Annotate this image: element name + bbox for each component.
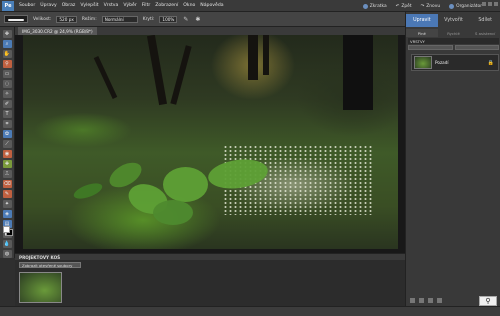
crop-tool-icon[interactable]: ⌗ xyxy=(2,120,12,128)
window-controls xyxy=(482,2,498,6)
layer-thumbnail xyxy=(414,56,432,69)
menu-filter[interactable]: Filtr xyxy=(142,3,151,8)
status-bar xyxy=(0,306,500,316)
tablet-options-icon[interactable]: ✱ xyxy=(194,16,201,23)
menu-help[interactable]: Nápověda xyxy=(200,3,223,8)
adjustment-layer-icon[interactable] xyxy=(419,298,424,303)
straighten-tool-icon[interactable]: ⟋ xyxy=(2,140,12,148)
subtab-guided[interactable]: S asistencí xyxy=(469,29,500,37)
subtab-quick[interactable]: Rychlé xyxy=(438,29,470,37)
tab-create[interactable]: Vytvořit xyxy=(438,14,470,27)
brush-tool-icon[interactable]: ✎ xyxy=(2,190,12,198)
edit-subtabs: Plné Rychlé S asistencí xyxy=(406,29,500,37)
right-menu: Zkratka ↶ Zpět ↷ Znovu Organizátor xyxy=(362,1,482,11)
new-layer-icon[interactable] xyxy=(410,298,415,303)
eraser-tool-icon[interactable]: ⌫ xyxy=(2,180,12,188)
delete-layer-icon[interactable] xyxy=(437,298,442,303)
tab-edit[interactable]: Upravit xyxy=(406,14,438,27)
bin-thumbnail[interactable] xyxy=(19,272,62,303)
mask-icon[interactable] xyxy=(428,298,433,303)
magnifier-icon[interactable]: ⚲ xyxy=(479,296,497,306)
menu-layer[interactable]: Vrstva xyxy=(104,3,119,8)
menu-window[interactable]: Okno xyxy=(183,3,195,8)
brush-preset-picker[interactable] xyxy=(4,15,28,23)
undo-icon: ↶ xyxy=(395,3,400,9)
lasso-tool-icon[interactable]: ◌ xyxy=(2,80,12,88)
cookie-cutter-tool-icon[interactable]: ✿ xyxy=(2,130,12,138)
tab-share[interactable]: Sdílet xyxy=(469,14,500,27)
app-logo: Pe xyxy=(2,0,14,11)
sponge-tool-icon[interactable]: ◍ xyxy=(2,250,12,258)
subtab-full[interactable]: Plné xyxy=(406,29,438,37)
quick-select-tool-icon[interactable]: ✐ xyxy=(2,100,12,108)
maximize-button[interactable] xyxy=(488,2,492,6)
redo-icon: ↷ xyxy=(420,3,425,9)
type-tool-icon[interactable]: T xyxy=(2,110,12,118)
redo-button[interactable]: ↷ Znovu xyxy=(421,4,441,9)
organizer-button[interactable]: Organizátor xyxy=(449,3,482,9)
bin-view-dropdown[interactable]: Zobrazit otevřené soubory xyxy=(19,262,81,268)
right-panel: Upravit Vytvořit Sdílet Plné Rychlé S as… xyxy=(405,12,500,306)
opacity-input[interactable]: 100% xyxy=(159,15,178,23)
airbrush-icon[interactable]: ✎ xyxy=(182,16,189,23)
document-tab[interactable]: IMG_3030.CR2 @ 24,9% (RGB/8*) xyxy=(18,27,97,35)
size-label: Velikost: xyxy=(33,16,52,22)
foreground-color-swatch[interactable] xyxy=(3,226,10,233)
project-bin-title: PROJEKTOVÝ KOŠ xyxy=(19,254,61,260)
clone-stamp-tool-icon[interactable]: ⎍ xyxy=(2,170,12,178)
menu-edit[interactable]: Úpravy xyxy=(40,3,56,8)
layer-opacity-input[interactable] xyxy=(454,45,499,50)
project-bin: Zobrazit otevřené soubory xyxy=(15,260,405,306)
layer-row[interactable]: Pozadí 🔒 xyxy=(411,54,499,71)
minimize-button[interactable] xyxy=(482,2,486,6)
zoom-tool-icon[interactable]: ⌕ xyxy=(2,40,12,48)
menu-select[interactable]: Výběr xyxy=(123,3,136,8)
organizer-icon xyxy=(449,3,455,9)
menu-enhance[interactable]: Vylepšit xyxy=(80,3,98,8)
hand-tool-icon[interactable]: ✋ xyxy=(2,50,12,58)
lock-icon[interactable]: 🔒 xyxy=(488,60,494,66)
blur-tool-icon[interactable]: 💧 xyxy=(2,240,12,248)
shortcut-icon xyxy=(362,3,368,9)
shortcut-button[interactable]: Zkratka xyxy=(362,3,387,9)
menu-file[interactable]: Soubor xyxy=(19,3,35,8)
layers-panel-header[interactable]: VRSTVY xyxy=(408,38,499,44)
project-bin-header[interactable]: PROJEKTOVÝ KOŠ xyxy=(15,253,405,260)
close-button[interactable] xyxy=(494,2,498,6)
menu-list: Soubor Úpravy Obraz Vylepšit Vrstva Výbě… xyxy=(19,3,224,8)
shortcut-label: Zkratka xyxy=(369,3,387,9)
layer-name: Pozadí xyxy=(435,60,449,65)
redo-label: Znovu xyxy=(426,3,441,9)
menu-view[interactable]: Zobrazení xyxy=(155,3,178,8)
canvas-area[interactable] xyxy=(15,35,405,253)
blend-mode-select[interactable] xyxy=(408,45,453,50)
magic-wand-tool-icon[interactable]: ✧ xyxy=(2,90,12,98)
size-input[interactable]: 520 px xyxy=(56,15,77,23)
options-bar: Velikost: 520 px Režim: Normální Krytí: … xyxy=(0,12,405,27)
layers-panel-footer: ⚲ xyxy=(406,295,500,306)
mode-select[interactable]: Normální xyxy=(101,15,138,23)
red-eye-tool-icon[interactable]: ◉ xyxy=(2,150,12,158)
organizer-label: Organizátor xyxy=(456,3,482,9)
undo-label: Zpět xyxy=(401,3,412,9)
healing-brush-tool-icon[interactable]: ✚ xyxy=(2,160,12,168)
toolbox: ✥ ⌕ ✋ ⚲ ▭ ◌ ✧ ✐ T ⌗ ✿ ⟋ ◉ ✚ ⎍ ⌫ ✎ ✦ ◈ ▤ … xyxy=(0,27,15,258)
paint-bucket-tool-icon[interactable]: ◈ xyxy=(2,210,12,218)
layer-controls xyxy=(408,45,499,51)
document-image[interactable] xyxy=(23,35,398,249)
marquee-tool-icon[interactable]: ▭ xyxy=(2,70,12,78)
menubar: Pe Soubor Úpravy Obraz Vylepšit Vrstva V… xyxy=(0,0,500,12)
eyedropper-tool-icon[interactable]: ⚲ xyxy=(2,60,12,68)
opacity-label: Krytí: xyxy=(142,16,155,22)
smart-brush-tool-icon[interactable]: ✦ xyxy=(2,200,12,208)
undo-button[interactable]: ↶ Zpět xyxy=(396,4,412,9)
menu-image[interactable]: Obraz xyxy=(62,3,76,8)
document-tabbar: IMG_3030.CR2 @ 24,9% (RGB/8*) xyxy=(15,27,405,35)
move-tool-icon[interactable]: ✥ xyxy=(2,30,12,38)
mode-tabs: Upravit Vytvořit Sdílet xyxy=(406,14,500,27)
mode-label: Režim: xyxy=(81,16,97,22)
